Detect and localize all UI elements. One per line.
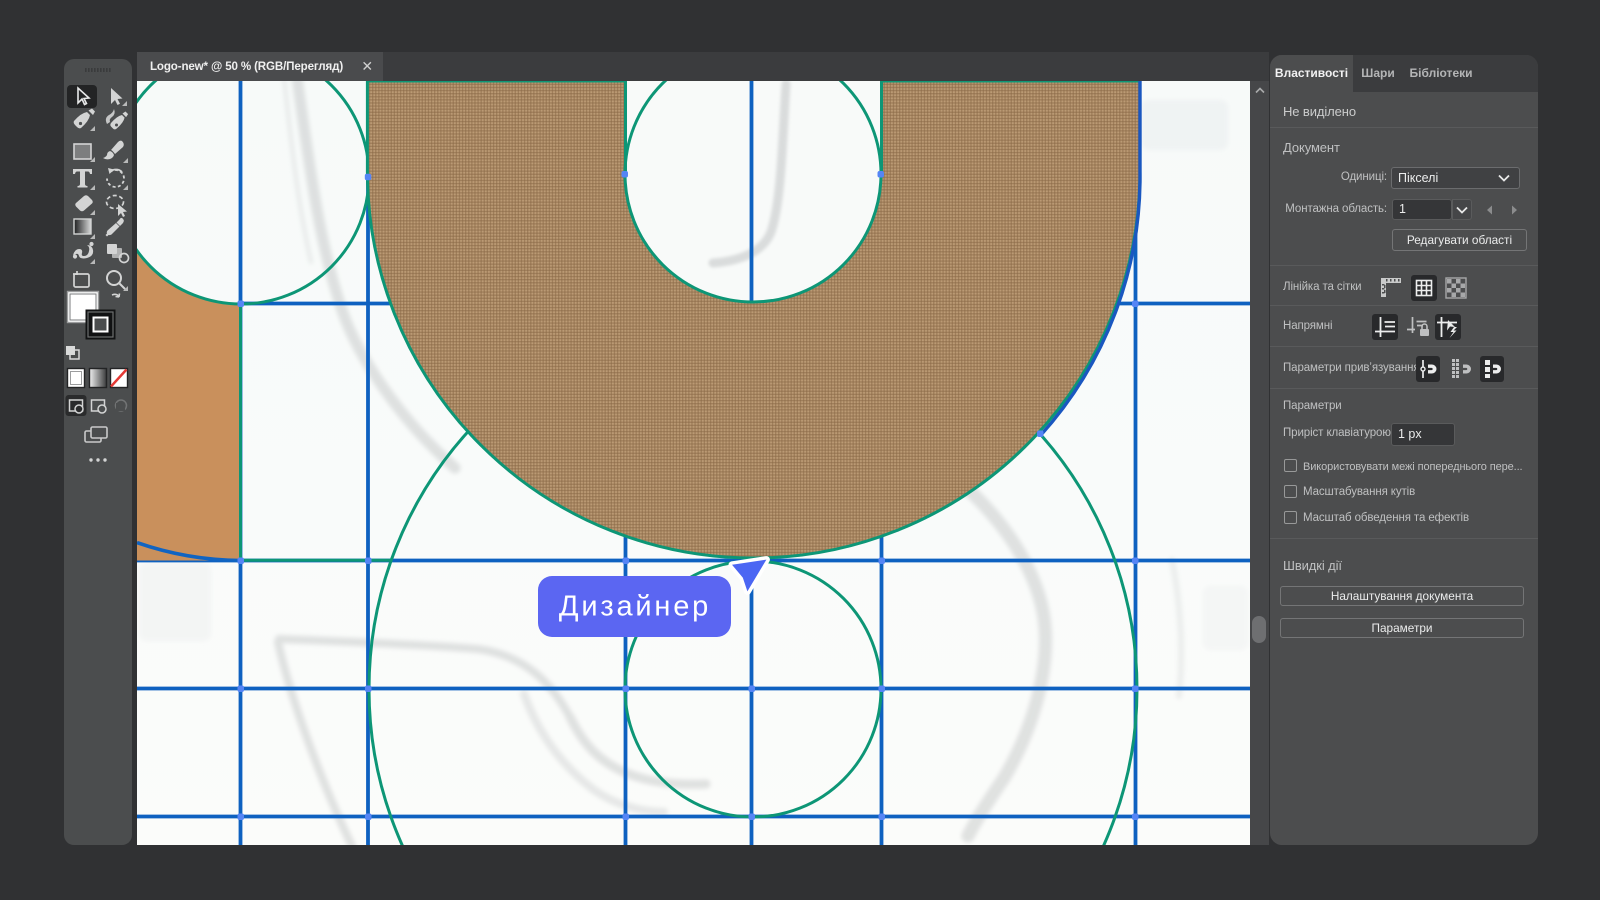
svg-text:Дизайнер: Дизайнер [559, 591, 711, 623]
